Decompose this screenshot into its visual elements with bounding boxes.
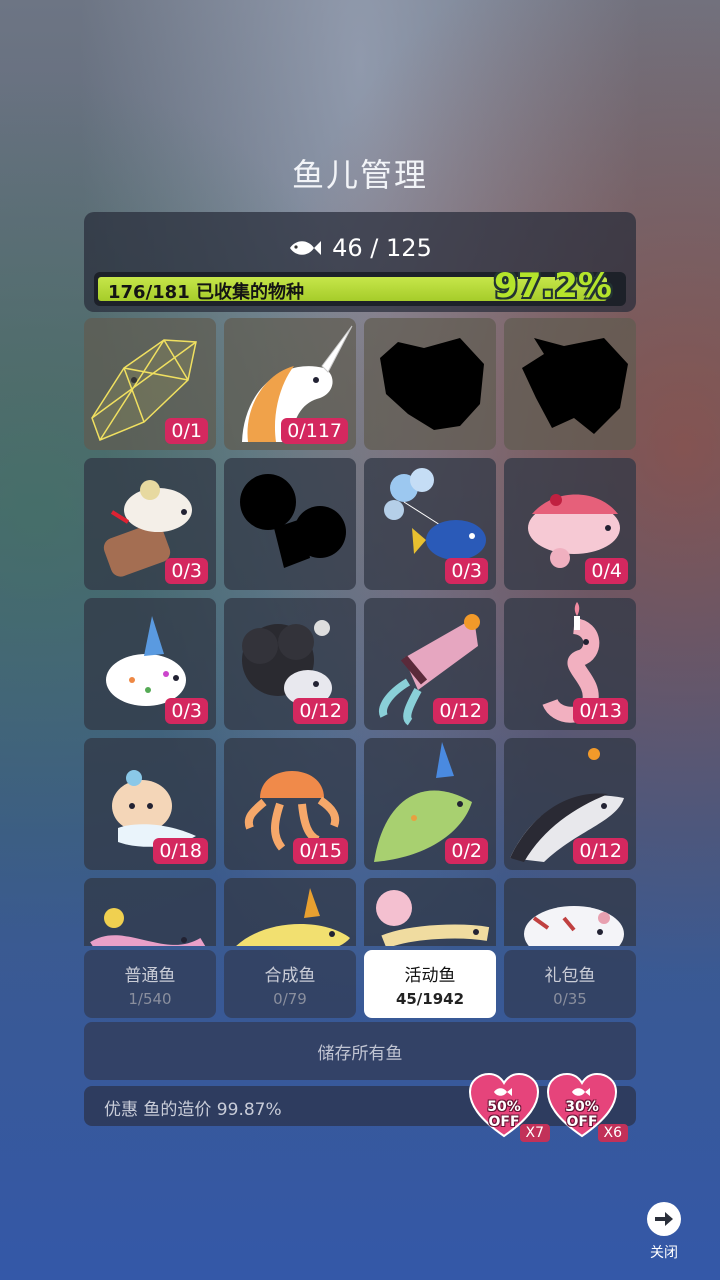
fish-count-badge: 0/3: [165, 698, 208, 724]
tab-label: 活动鱼: [404, 965, 456, 986]
fish-count-badge: 0/15: [293, 838, 348, 864]
tab-label: 合成鱼: [264, 965, 316, 986]
fish-tile-cream-cow-fish[interactable]: 0/18: [84, 738, 216, 870]
fish-tile-dolphin[interactable]: 0/12: [504, 738, 636, 870]
fish-grid: 0/1 0/117 0/3 0/3 0/4 0/3 0/12 0/12 0/13 0/18 0/15…: [84, 318, 640, 946]
unknown-fish-silhouette: [522, 338, 628, 434]
fish-tile-party-whale[interactable]: [224, 878, 356, 946]
fish-tile-balloon-fish[interactable]: 0/3: [364, 458, 496, 590]
fish-tile-cake-cat-fish[interactable]: [504, 878, 636, 946]
category-tabs: 普通鱼 1/540 合成鱼 0/79 活动鱼 45/1942 礼包鱼 0/35: [84, 950, 636, 1018]
arrow-right-icon: [647, 1202, 681, 1236]
fish-count-badge: 0/12: [573, 838, 628, 864]
fish-count-row: 46 / 125: [84, 234, 636, 262]
unknown-fish-silhouette: [240, 474, 346, 568]
tab-count: 45/1942: [395, 989, 465, 1008]
fish-tile-unknown-fish-2[interactable]: [504, 318, 636, 450]
fish-tile-cake-squid[interactable]: 0/12: [364, 598, 496, 730]
tab-count: 1/540: [128, 989, 172, 1008]
fish-count-badge: 0/12: [293, 698, 348, 724]
fish-tile-sundae-fish[interactable]: 0/3: [84, 458, 216, 590]
fish-count-badge: 0/18: [153, 838, 208, 864]
fish-count-badge: 0/2: [445, 838, 488, 864]
fish-tile-strawberry-cake-fish[interactable]: 0/4: [504, 458, 636, 590]
fish-icon: [290, 241, 322, 255]
close-label: 关闭: [650, 1245, 678, 1261]
unknown-fish-silhouette: [380, 338, 484, 430]
fish-count-badge: 0/117: [281, 418, 348, 444]
fish-image: [376, 890, 490, 946]
fish-count: 46 / 125: [332, 234, 432, 262]
discount-text: 优惠 鱼的造价 99.87%: [104, 1100, 282, 1120]
page-title: 鱼儿管理: [291, 156, 428, 194]
tab-label: 礼包鱼: [544, 965, 596, 986]
fish-tile-candy-eel[interactable]: [84, 878, 216, 946]
fish-count-badge: 0/3: [445, 558, 488, 584]
fish-count-badge: 0/1: [165, 418, 208, 444]
fish-tile-wool-sheep-fish[interactable]: 0/12: [224, 598, 356, 730]
fish-tile-unknown-fish-3[interactable]: [224, 458, 356, 590]
fish-tile-party-hat-puffer[interactable]: 0/3: [84, 598, 216, 730]
collection-stats-panel: 46 / 125 176/181 已收集的物种 97.2%: [84, 212, 636, 312]
fish-image: [524, 906, 624, 946]
fish-tile-wireframe-crystal-fish[interactable]: 0/1: [84, 318, 216, 450]
collection-percent: 97.2%: [494, 272, 612, 306]
fish-image: [90, 908, 206, 946]
fish-tile-balloon-eel[interactable]: [364, 878, 496, 946]
fish-count-badge: 0/3: [165, 558, 208, 584]
species-progress-bar: 176/181 已收集的物种 97.2%: [94, 272, 626, 306]
tab-count: 0/35: [553, 989, 587, 1008]
fish-count-badge: 0/12: [433, 698, 488, 724]
offer-multiplier: X6: [597, 1124, 628, 1142]
tab-label: 普通鱼: [124, 965, 176, 986]
tab-count: 0/79: [273, 989, 307, 1008]
fish-tile-party-sunfish[interactable]: 0/2: [364, 738, 496, 870]
offer-30-off-button[interactable]: 30% OFF X6: [546, 1072, 628, 1148]
fish-grid-scroll[interactable]: 0/1 0/117 0/3 0/3 0/4 0/3 0/12 0/12 0/13 0/18 0/15…: [84, 318, 640, 946]
tab-normal[interactable]: 普通鱼 1/540: [84, 950, 216, 1018]
species-collected-text: 176/181 已收集的物种: [108, 282, 304, 303]
fish-tile-unknown-fish-1[interactable]: [364, 318, 496, 450]
fish-tile-jellyfish[interactable]: 0/15: [224, 738, 356, 870]
offer-50-off-button[interactable]: 50% OFF X7: [468, 1072, 550, 1148]
tab-merged[interactable]: 合成鱼 0/79: [224, 950, 356, 1018]
fish-tile-candle-seahorse[interactable]: 0/13: [504, 598, 636, 730]
close-button[interactable]: 关闭: [644, 1202, 684, 1266]
tab-bundle[interactable]: 礼包鱼 0/35: [504, 950, 636, 1018]
fish-tile-unicorn-fish[interactable]: 0/117: [224, 318, 356, 450]
fish-count-badge: 0/13: [573, 698, 628, 724]
fish-count-badge: 0/4: [585, 558, 628, 584]
fish-image: [236, 888, 350, 946]
tab-event[interactable]: 活动鱼 45/1942: [364, 950, 496, 1018]
